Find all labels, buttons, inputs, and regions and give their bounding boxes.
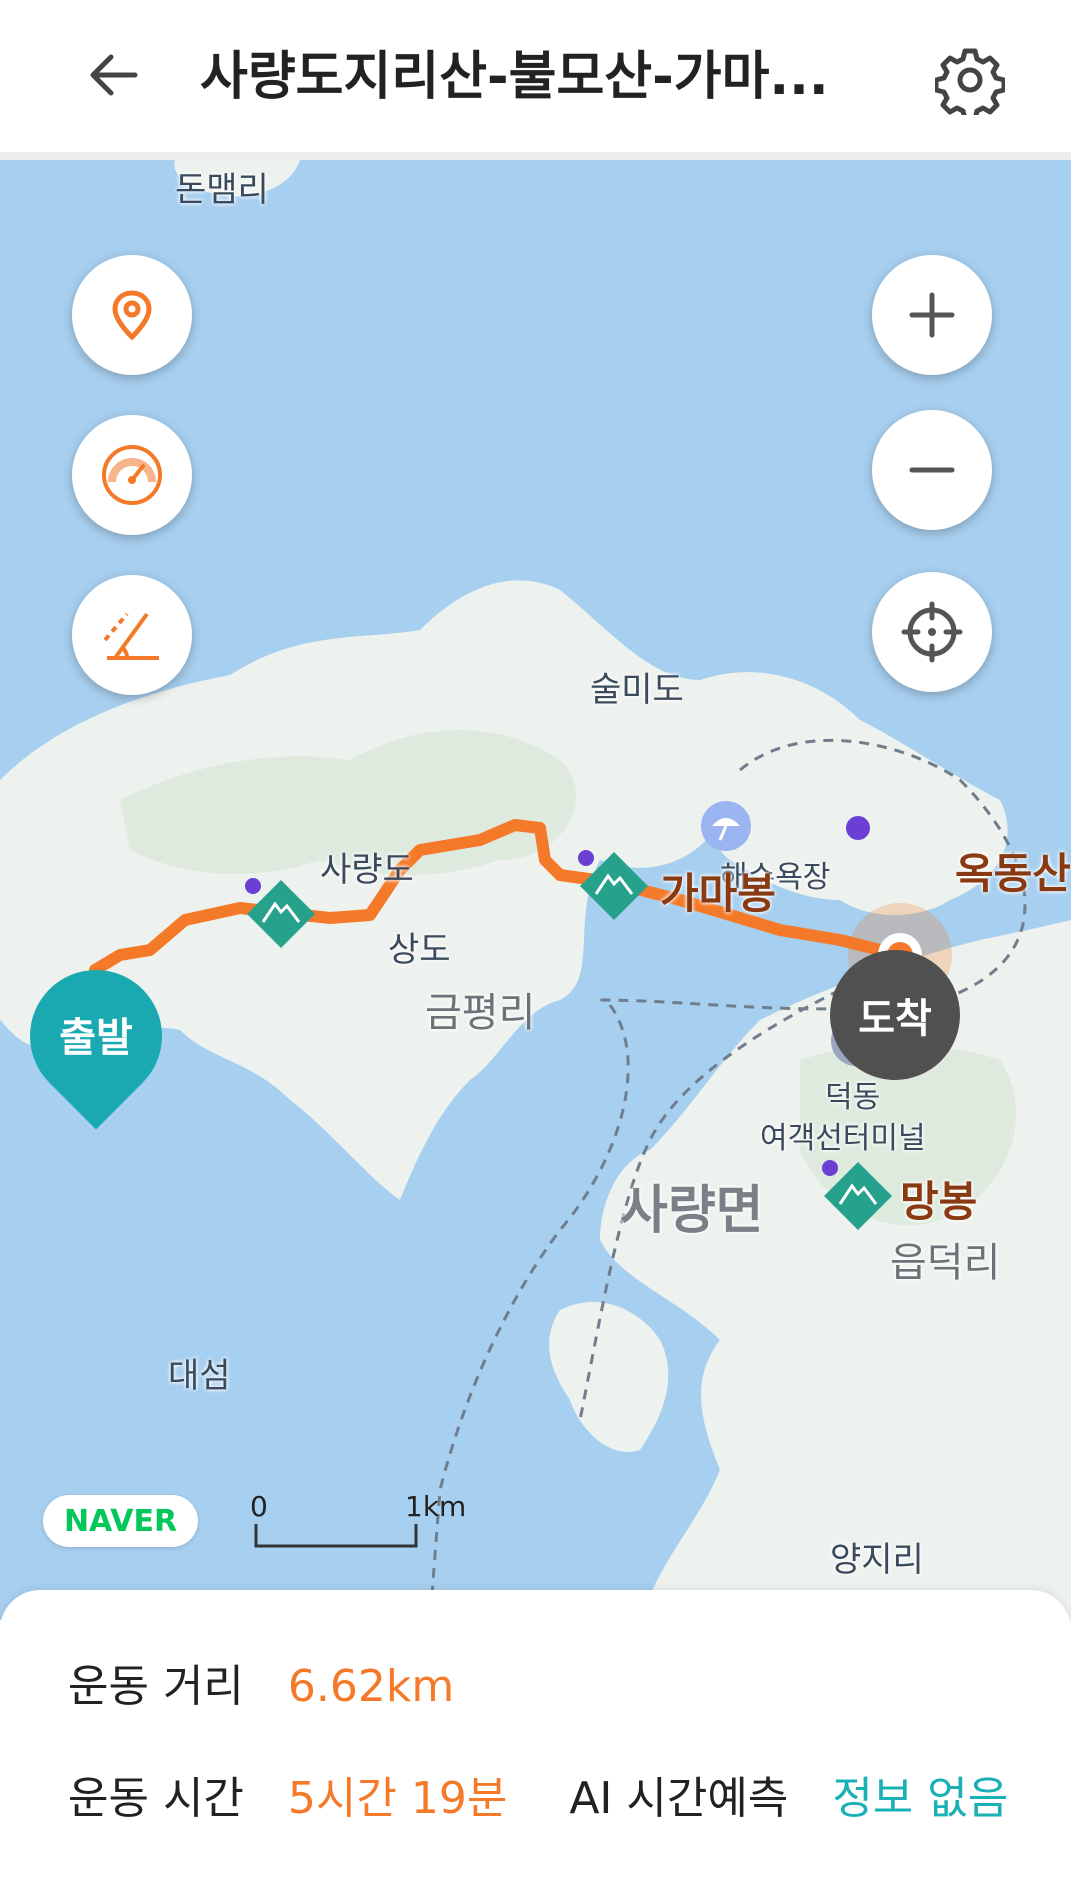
distance-value: 6.62km (287, 1661, 455, 1712)
scale-1km-label: 1km (405, 1490, 467, 1523)
elevation-slope-icon (103, 612, 159, 660)
naver-logo: NAVER (43, 1495, 198, 1547)
mountain-icon[interactable] (245, 878, 317, 950)
map-label-saryangdo: 사량도 (320, 850, 414, 890)
speedometer-icon (102, 445, 162, 505)
route-path (89, 819, 952, 1007)
location-pin-button[interactable] (72, 255, 192, 375)
page-title: 사량도지리산-불모산-가마... (200, 47, 829, 107)
plus-icon (909, 292, 955, 338)
gear-icon (933, 48, 1007, 122)
beach-umbrella-icon (701, 801, 751, 851)
map-label-sulmido: 술미도 (590, 670, 684, 710)
distance-label: 운동 거리 (68, 1661, 244, 1712)
peak-label-gamabong: 가마봉 (660, 869, 776, 918)
map-label-saryangmyeon: 사량면 (620, 1181, 764, 1241)
zoom-in-button[interactable] (872, 255, 992, 375)
time-label: 운동 시간 (68, 1773, 244, 1824)
stats-panel: 운동 거리 6.62km 운동 시간 5시간 19분 AI 시간예측 정보 없음 (0, 1590, 1071, 1903)
map-label-terminal: 여객선터미널 (760, 1121, 926, 1156)
time-value: 5시간 19분 (287, 1773, 508, 1824)
mountain-icon[interactable] (822, 1160, 894, 1232)
map-label-daeseom: 대섬 (168, 1356, 231, 1396)
map-label-yangjiri: 양지리 (830, 1540, 924, 1580)
ai-estimate-value: 정보 없음 (832, 1773, 1009, 1824)
map-label-geumpyeongri: 금평리 (425, 990, 536, 1036)
zoom-out-button[interactable] (872, 410, 992, 530)
end-marker[interactable]: 도착 (830, 950, 960, 1080)
top-app-bar: 사량도지리산-불모산-가마... (0, 0, 1071, 160)
back-button[interactable] (78, 40, 148, 110)
distance-row: 운동 거리 6.62km (68, 1650, 454, 1714)
mountain-icon[interactable] (578, 850, 650, 922)
scale-bar (254, 1524, 418, 1548)
scale-zero-label: 0 (250, 1490, 268, 1523)
crosshair-icon (901, 601, 963, 663)
time-row: 운동 시간 5시간 19분 AI 시간예측 정보 없음 (68, 1762, 1008, 1826)
speedometer-button[interactable] (72, 415, 192, 535)
minus-icon (909, 467, 955, 473)
elevation-slope-button[interactable] (72, 575, 192, 695)
peak-label-mangbong: 망봉 (900, 1177, 978, 1226)
arrow-left-icon (90, 54, 138, 96)
settings-button[interactable] (933, 45, 1007, 122)
map-view[interactable]: 돈맴리 술미도 사량도 상도 금평리 해수욕장 덕동 여객선터미널 사량면 읍덕… (0, 160, 1071, 1620)
start-marker-label: 출발 (59, 1015, 133, 1061)
campsite-dot-icon (846, 816, 870, 840)
current-location-button[interactable] (872, 572, 992, 692)
location-pin-icon (112, 290, 152, 341)
peak-label-ogdongsan: 옥동산 (955, 849, 1071, 898)
map-label-eupdeokri: 읍덕리 (890, 1240, 1001, 1286)
ai-estimate-label: AI 시간예측 (569, 1773, 789, 1824)
map-label-top-left: 돈맴리 (175, 170, 269, 210)
map-label-sangdo: 상도 (388, 930, 451, 970)
map-label-deokdong: 덕동 (825, 1080, 881, 1115)
